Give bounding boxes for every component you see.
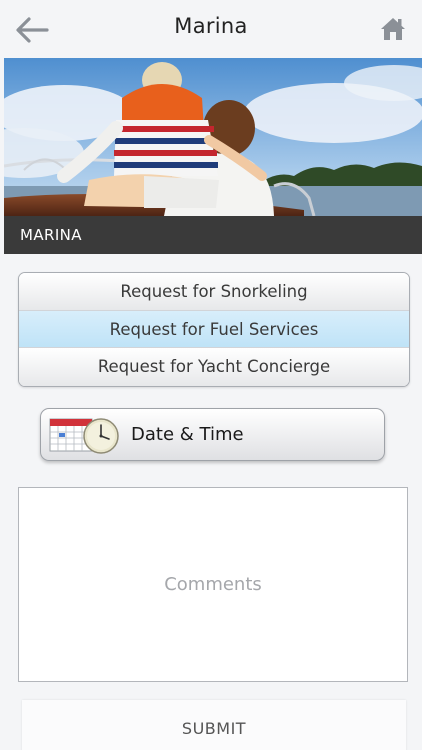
page-title: Marina xyxy=(174,14,248,38)
home-icon xyxy=(381,18,405,40)
date-time-button[interactable]: Date & Time xyxy=(40,408,385,461)
marina-photo xyxy=(4,58,422,216)
date-time-label: Date & Time xyxy=(131,424,244,445)
banner-title: MARINA xyxy=(4,216,422,254)
submit-button[interactable]: SUBMIT xyxy=(22,700,406,750)
marina-screen: Marina MARINA Request for Snorkeling Req… xyxy=(0,0,422,750)
banner-image xyxy=(4,58,422,216)
home-button[interactable] xyxy=(378,14,408,44)
comments-placeholder: Comments xyxy=(164,574,262,595)
option-fuel-services[interactable]: Request for Fuel Services xyxy=(19,310,409,349)
calendar-clock-icon xyxy=(49,418,119,454)
navigation-bar: Marina xyxy=(0,0,422,58)
option-yacht-concierge[interactable]: Request for Yacht Concierge xyxy=(19,348,409,386)
comments-field[interactable]: Comments xyxy=(18,487,408,682)
service-picker[interactable]: Request for Snorkeling Request for Fuel … xyxy=(18,272,410,387)
option-snorkeling[interactable]: Request for Snorkeling xyxy=(19,273,409,311)
